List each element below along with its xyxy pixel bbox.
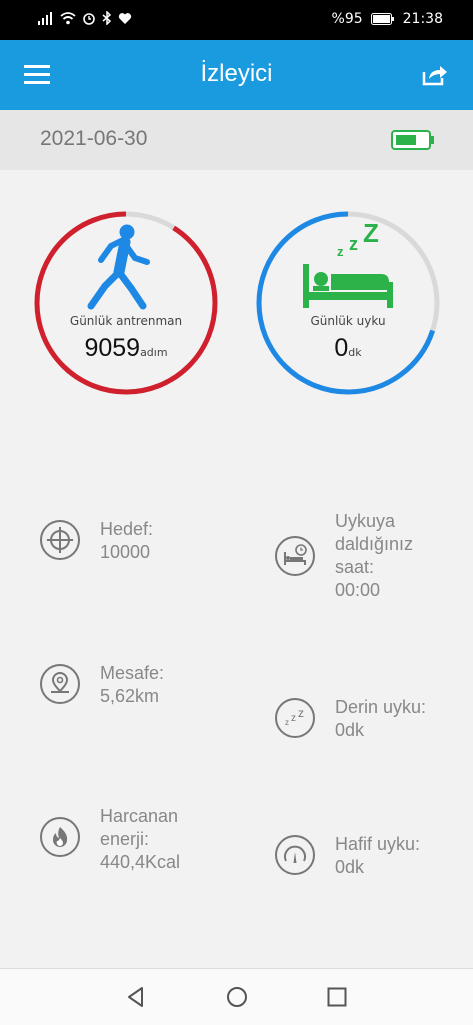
share-icon [422,66,447,86]
status-icons-left [38,11,132,25]
battery-icon [391,130,434,150]
goal-stat: Hedef: 10000 [40,518,153,564]
battery-percent: %95 [331,11,363,27]
target-icon [40,520,80,560]
goal-label: Hedef: [100,519,154,539]
zzz-icon: z z z [275,698,315,738]
date-bar: 2021-06-30 [0,110,473,170]
training-label: Günlük antrenman [69,314,183,328]
gauge-icon [275,835,315,875]
svg-text:z: z [337,244,344,259]
runner-icon [87,224,150,310]
app-bar: İzleyici [0,40,473,110]
page-title: İzleyici [200,60,273,87]
deep-sleep-stat: z z z Derin uyku: 0dk [275,696,426,742]
share-button[interactable] [421,62,449,88]
training-value: 9059adım [33,334,219,363]
distance-stat: Mesafe: 5,62km [40,662,164,708]
recents-icon[interactable] [325,985,349,1009]
svg-text:z: z [285,718,289,727]
step-count: 9059 [84,334,141,362]
system-nav-bar [0,968,473,1025]
goal-value: 10000 [100,542,151,562]
location-pin-icon [40,664,80,704]
sleeping-bed-icon: z z Z [303,222,393,308]
svg-text:z: z [291,713,296,724]
training-ring[interactable]: Günlük antrenman 9059adım [33,210,219,396]
status-bar: %95 21:38 [0,0,473,40]
light-sleep-text: Hafif uyku: 0dk [335,833,420,879]
deep-sleep-label: Derin uyku: [335,697,427,717]
energy-text: Harcanan enerji: 440,4Kcal [100,805,180,874]
svg-text:Z: Z [363,222,379,248]
energy-label-line1: Harcanan [100,806,179,826]
sleep-value: 0dk [255,334,441,363]
sleep-time-stat: Uykuya daldığınız saat: 00:00 [275,510,413,602]
wifi-icon [60,11,76,24]
light-sleep-value: 0dk [335,857,365,877]
energy-label-line2: enerji: [100,829,150,849]
deep-sleep-text: Derin uyku: 0dk [335,696,426,742]
distance-label: Mesafe: [100,663,165,683]
alarm-icon [83,13,95,25]
sleep-time-text: Uykuya daldığınız saat: 00:00 [335,510,413,602]
svg-text:z: z [298,706,304,720]
clock: 21:38 [402,11,443,27]
sleep-ring[interactable]: z z Z Günlük uyku 0dk [255,210,441,396]
sleep-label: Günlük uyku [310,314,386,328]
energy-value: 440,4Kcal [100,852,181,872]
status-battery-icon [370,13,394,25]
light-sleep-label: Hafif uyku: [335,834,421,854]
back-icon[interactable] [124,985,148,1009]
light-sleep-stat: Hafif uyku: 0dk [275,833,420,879]
deep-sleep-value: 0dk [335,720,365,740]
distance-text: Mesafe: 5,62km [100,662,164,708]
svg-text:z: z [349,234,358,254]
goal-text: Hedef: 10000 [100,518,153,564]
energy-stat: Harcanan enerji: 440,4Kcal [40,805,180,874]
sleep-minutes: 0 [334,334,349,362]
sleep-time-label-line2: daldığınız [335,534,414,554]
heart-icon [118,12,132,24]
status-icons-right: %95 21:38 [332,11,443,27]
sleep-time-label-line3: saat: [335,557,375,577]
date-label[interactable]: 2021-06-30 [40,127,147,151]
step-unit: adım [140,346,168,359]
flame-icon [40,817,80,857]
bed-clock-icon [275,536,315,576]
distance-value: 5,62km [100,686,160,706]
sleep-time-value: 00:00 [335,580,381,600]
bluetooth-icon [102,11,112,25]
sleep-time-label-line1: Uykuya [335,511,396,531]
home-icon[interactable] [225,985,249,1009]
sleep-unit: dk [348,346,362,359]
signal-icon [38,11,52,25]
